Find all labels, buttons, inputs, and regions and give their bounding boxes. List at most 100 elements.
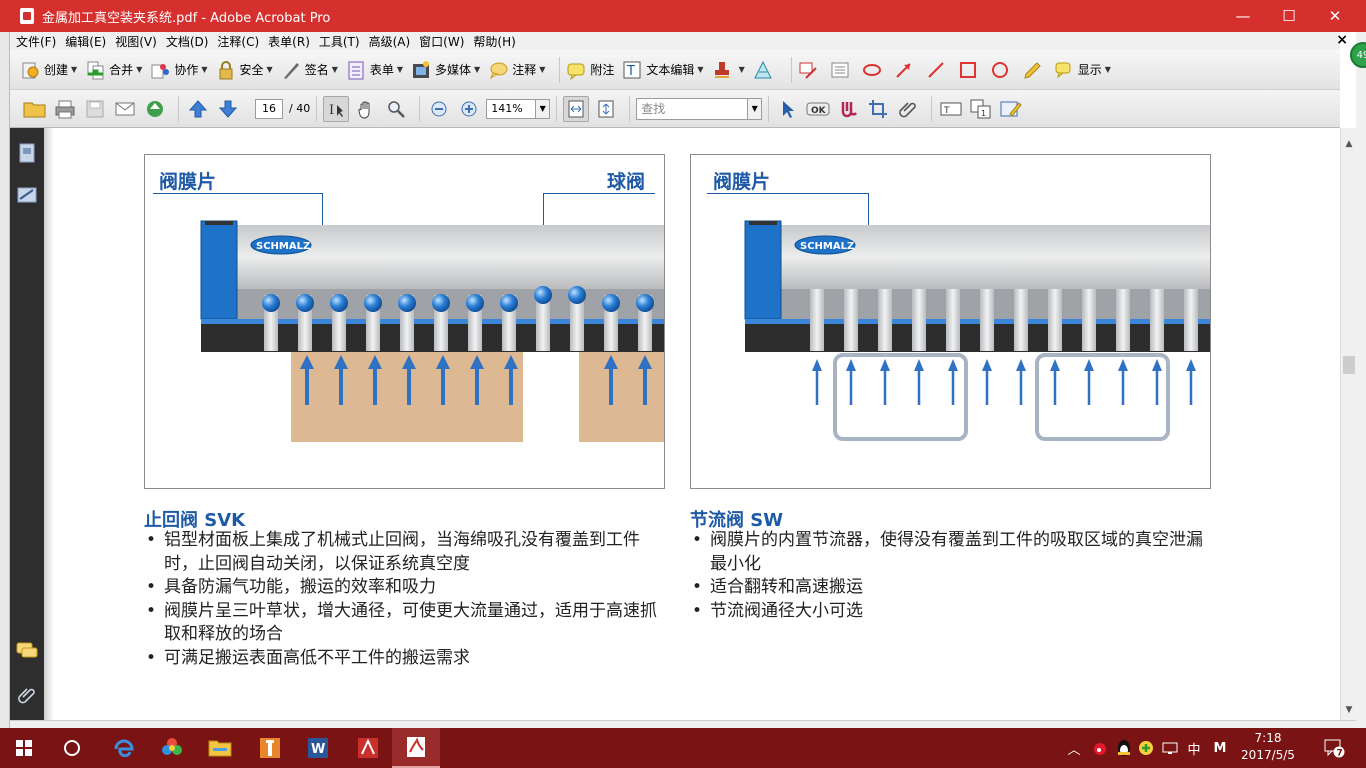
hand-tool-icon[interactable] xyxy=(353,96,379,122)
print-icon[interactable] xyxy=(52,96,78,122)
menu-forms[interactable]: 表单(R) xyxy=(268,33,310,50)
notification-badge[interactable]: 49 xyxy=(1350,42,1366,68)
zoom-level-input[interactable]: 141% xyxy=(486,98,537,119)
document-page-view: 阀膜片 球阀 SCHMALZ 阀膜片 SCHMALZ 止回阀 SVK • 铝型材… xyxy=(44,128,1340,720)
open-folder-icon[interactable] xyxy=(22,96,48,122)
page-number-input[interactable]: 16 xyxy=(255,98,283,119)
zoom-tool-icon[interactable] xyxy=(383,96,409,122)
list-item: 适合翻转和高速搬运 xyxy=(690,576,1210,600)
fit-page-icon[interactable] xyxy=(593,96,619,122)
close-button[interactable]: ✕ xyxy=(1312,0,1358,32)
show-hidden-icons-chevron-icon[interactable]: ︿ xyxy=(1066,728,1082,768)
zoom-in-icon[interactable] xyxy=(456,96,482,122)
start-button[interactable] xyxy=(0,728,48,768)
weibo-tray-icon[interactable] xyxy=(1090,728,1110,768)
color-picker-app-icon[interactable] xyxy=(148,728,196,768)
qq-penguin-tray-icon[interactable] xyxy=(1114,728,1134,768)
previous-page-icon[interactable] xyxy=(185,96,211,122)
zoom-out-icon[interactable] xyxy=(426,96,452,122)
menu-file[interactable]: 文件(F) xyxy=(16,33,56,50)
input-method-chinese[interactable]: 中 xyxy=(1184,728,1204,768)
acrobat-pro-active-icon[interactable] xyxy=(392,728,440,768)
attachments-panel-icon[interactable] xyxy=(16,684,38,706)
touchup-text-icon[interactable]: T xyxy=(938,96,964,122)
zoom-dropdown-chevron-icon[interactable]: ▼ xyxy=(536,98,551,119)
edit-form-icon[interactable] xyxy=(998,96,1024,122)
scroll-up-chevron-icon[interactable]: ▲ xyxy=(1341,136,1357,152)
email-icon[interactable] xyxy=(112,96,138,122)
save-icon[interactable] xyxy=(82,96,108,122)
office-app-icon[interactable] xyxy=(246,728,294,768)
close-document-button[interactable]: × xyxy=(1336,32,1348,48)
line-tool-button[interactable] xyxy=(926,60,950,80)
crop-tool-icon[interactable] xyxy=(865,96,891,122)
next-page-icon[interactable] xyxy=(215,96,241,122)
airflow-arrowhead xyxy=(1084,359,1094,371)
forms-button[interactable]: 表单 ▼ xyxy=(346,60,403,80)
fit-width-icon[interactable] xyxy=(563,95,590,122)
multimedia-button[interactable]: 多媒体 ▼ xyxy=(411,60,480,80)
action-center-icon[interactable]: 7 xyxy=(1322,728,1346,768)
oval-tool-button[interactable] xyxy=(990,60,1014,80)
airflow-arrowhead xyxy=(948,359,958,371)
menu-help[interactable]: 帮助(H) xyxy=(473,33,515,50)
secure-button[interactable]: 安全 ▼ xyxy=(216,60,273,80)
highlight-tool-button[interactable] xyxy=(798,60,822,80)
find-dropdown-chevron-icon[interactable]: ▼ xyxy=(748,97,763,120)
collaborate-button[interactable]: 协作 ▼ xyxy=(150,60,208,80)
menu-edit[interactable]: 编辑(E) xyxy=(65,33,106,50)
scroll-thumb[interactable] xyxy=(1343,356,1355,374)
line-icon xyxy=(926,60,946,80)
suction-channel xyxy=(878,289,892,351)
select-object-arrow-icon[interactable] xyxy=(775,96,801,122)
stamp-button[interactable]: ▼ xyxy=(712,60,745,80)
select-text-tool-icon[interactable]: I xyxy=(323,95,350,122)
show-button[interactable]: 显示 ▼ xyxy=(1054,60,1111,80)
network-tray-icon[interactable] xyxy=(1160,728,1180,768)
word-app-icon[interactable]: W xyxy=(294,728,342,768)
minimize-button[interactable]: — xyxy=(1220,0,1266,32)
attach-file-icon[interactable] xyxy=(895,96,921,122)
comments-panel-icon[interactable] xyxy=(16,640,38,662)
valve-ball xyxy=(296,294,314,312)
sign-button[interactable]: 签名 ▼ xyxy=(281,60,338,80)
menu-window[interactable]: 窗口(W) xyxy=(419,33,464,50)
menu-comments[interactable]: 注释(C) xyxy=(217,33,259,50)
cloud-tool-button[interactable] xyxy=(862,60,886,80)
rectangle-tool-button[interactable] xyxy=(958,60,982,80)
comment-button[interactable]: 注释 ▼ xyxy=(488,60,545,80)
cortana-search-icon[interactable] xyxy=(48,728,96,768)
find-input[interactable]: 查找 xyxy=(636,97,749,120)
system-clock[interactable]: 7:18 2017/5/5 xyxy=(1240,730,1296,764)
combine-button[interactable]: 合并 ▼ xyxy=(85,60,142,80)
acrobat-app-icon[interactable] xyxy=(344,728,392,768)
ok-button-icon[interactable]: OK xyxy=(805,96,831,122)
create-button[interactable]: 创建 ▼ xyxy=(20,60,77,80)
signatures-panel-icon[interactable] xyxy=(16,184,38,206)
input-method-mode[interactable]: M xyxy=(1210,728,1230,768)
text-box-tool-button[interactable] xyxy=(830,60,854,80)
green-shield-tray-icon[interactable] xyxy=(1136,728,1156,768)
window-frame-left xyxy=(0,32,10,728)
menu-view[interactable]: 视图(V) xyxy=(115,33,157,50)
menu-tools[interactable]: 工具(T) xyxy=(319,33,360,50)
menu-advanced[interactable]: 高级(A) xyxy=(369,33,411,50)
link-tool-icon[interactable] xyxy=(835,96,861,122)
measure-button[interactable] xyxy=(753,60,777,80)
file-explorer-icon[interactable] xyxy=(196,728,244,768)
highlight-icon xyxy=(798,60,818,80)
touchup-object-icon[interactable]: 1 xyxy=(968,96,994,122)
sticky-note-button[interactable]: 附注 xyxy=(566,60,614,80)
scroll-down-chevron-icon[interactable]: ▼ xyxy=(1341,702,1357,718)
share-globe-icon[interactable] xyxy=(142,96,168,122)
arrow-tool-button[interactable] xyxy=(894,60,918,80)
edge-browser-icon[interactable] xyxy=(100,728,148,768)
vertical-scrollbar[interactable]: ▲ ▼ xyxy=(1340,128,1356,720)
pages-panel-icon[interactable] xyxy=(16,142,38,164)
menu-document[interactable]: 文档(D) xyxy=(166,33,209,50)
valve-ball xyxy=(364,294,382,312)
text-edit-button[interactable]: T 文本编辑 ▼ xyxy=(622,60,704,80)
pencil-tool-button[interactable] xyxy=(1022,60,1046,80)
valve-ball xyxy=(398,294,416,312)
maximize-button[interactable]: ☐ xyxy=(1266,0,1312,32)
